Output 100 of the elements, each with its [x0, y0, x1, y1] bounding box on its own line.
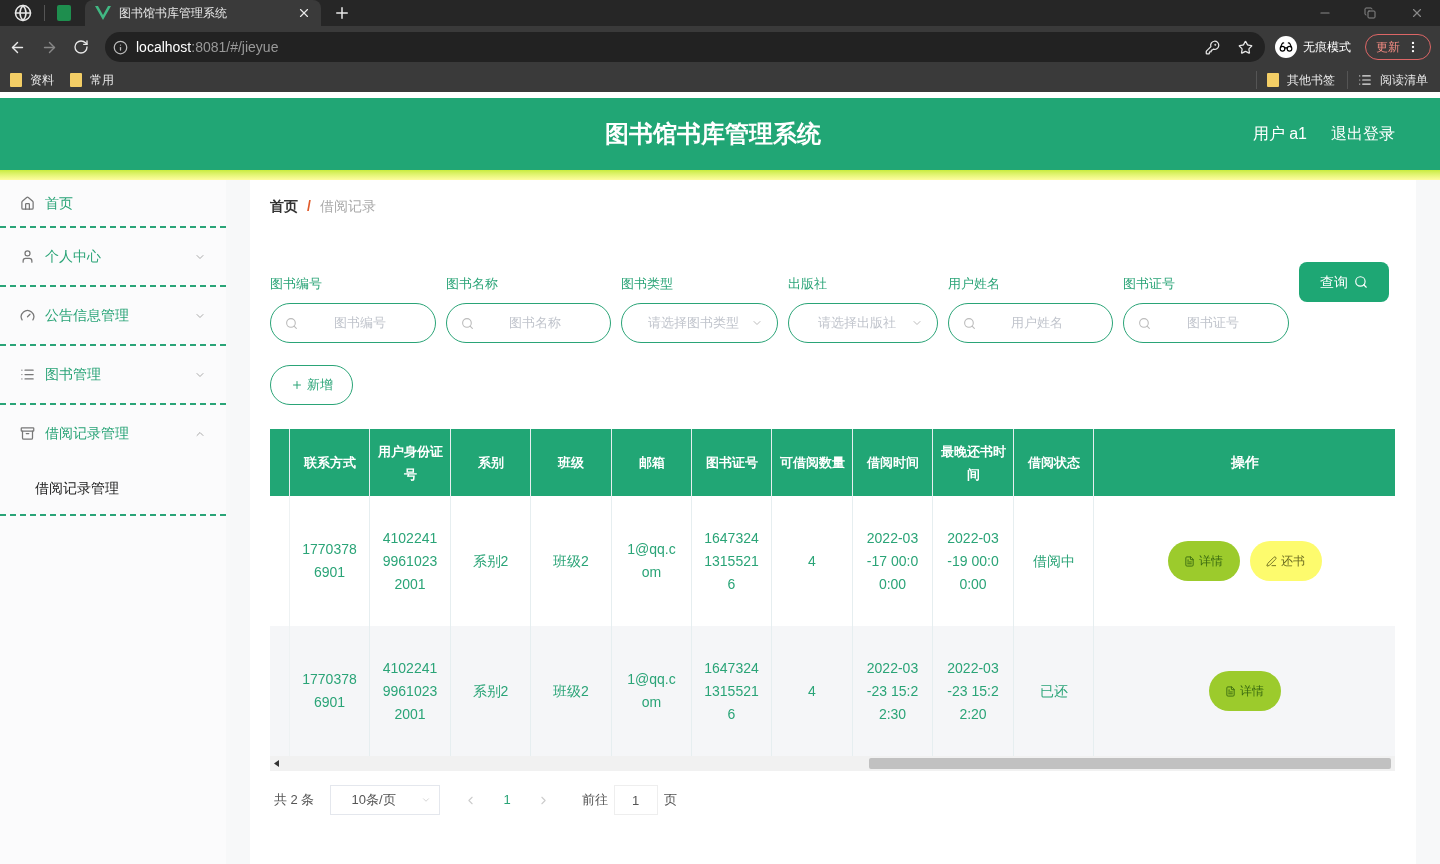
restore-icon[interactable] — [1364, 7, 1376, 19]
v-logo-icon — [95, 6, 111, 20]
user-name: 用户 a1 — [1252, 124, 1307, 144]
search-input[interactable]: 用户姓名 — [976, 313, 1098, 333]
search-icon — [1138, 316, 1151, 330]
logout-link[interactable]: 退出登录 — [1331, 122, 1395, 146]
address-bar[interactable]: localhost:8081/#/jieyue — [105, 32, 1265, 62]
app-title: 图书馆书库管理系统 — [605, 119, 821, 149]
sidebar-item[interactable]: 个人中心 — [0, 228, 226, 285]
search-input[interactable]: 图书编号 — [298, 313, 421, 333]
incognito-badge[interactable]: 无痕模式 — [1275, 36, 1351, 58]
search-icon — [963, 316, 976, 330]
folder-icon — [1267, 73, 1279, 87]
home-icon — [20, 195, 35, 211]
close-icon[interactable] — [1410, 6, 1424, 20]
table-cell-text: 班级2 — [553, 681, 589, 701]
search-icon — [1354, 275, 1368, 289]
gauge-icon — [20, 308, 35, 323]
chevron-down-icon — [421, 795, 432, 805]
star-icon[interactable] — [1238, 39, 1253, 55]
table-cell-text: 4 — [808, 681, 816, 701]
search-field[interactable]: 图书证号 — [1123, 303, 1289, 343]
table-cell-text: 2022-03-17 00:00:00 — [865, 528, 920, 594]
detail-button[interactable]: 详情 — [1208, 671, 1281, 711]
total-count: 共 2 条 — [274, 791, 315, 810]
return-button[interactable]: 还书 — [1249, 541, 1322, 581]
filter-label: 图书名称 — [446, 274, 499, 293]
query-button[interactable]: 查询 — [1299, 262, 1389, 302]
new-tab-icon[interactable] — [333, 4, 351, 22]
search-field[interactable]: 图书名称 — [446, 303, 611, 343]
box-icon — [20, 426, 35, 441]
list-icon — [20, 367, 35, 382]
table-cell-text: 系别2 — [472, 681, 509, 701]
goto-label: 前往 — [581, 791, 608, 810]
table-cell-text: 系别2 — [472, 551, 509, 571]
sidebar-item[interactable]: 借阅记录管理 — [0, 405, 226, 462]
bookmark[interactable]: 资料 — [10, 71, 54, 89]
pen-icon — [1266, 555, 1277, 567]
filter-label: 用户姓名 — [948, 274, 1001, 293]
table-cell-text: 已还 — [1039, 681, 1068, 701]
reading-list-icon — [1358, 73, 1372, 87]
bookmark[interactable]: 其他书签 — [1256, 71, 1335, 89]
column-header: 联系方式 — [303, 454, 356, 472]
globe-icon[interactable] — [14, 4, 32, 22]
table-cell-text: 班级2 — [553, 551, 589, 571]
folder-icon — [10, 73, 22, 87]
table-cell-text: 借阅中 — [1032, 551, 1075, 571]
document-icon — [1184, 555, 1195, 567]
page-input[interactable]: 1 — [613, 785, 658, 815]
sidebar-item[interactable]: 首页 — [0, 180, 226, 226]
bookmark[interactable]: 常用 — [70, 71, 114, 89]
info-icon — [113, 39, 128, 55]
close-icon[interactable] — [297, 6, 311, 20]
table-cell-text: 410224199610232001 — [382, 528, 438, 594]
table-cell-text: 410224199610232001 — [382, 658, 438, 724]
table-cell-text: 2022-03-23 15:22:30 — [865, 658, 920, 724]
page-number[interactable]: 1 — [503, 790, 511, 810]
table-cell-text: 2022-03-23 15:22:20 — [946, 658, 1000, 724]
bookmark[interactable]: 阅读清单 — [1347, 71, 1428, 89]
table-cell-text: 4 — [808, 551, 816, 571]
column-header: 用户身份证号 — [376, 442, 444, 484]
sidebar-item[interactable]: 图书管理 — [0, 346, 226, 403]
search-icon — [461, 316, 474, 330]
incognito-icon — [1275, 36, 1297, 58]
page-size-select[interactable]: 10条/页 — [330, 785, 441, 815]
table-cell-text: 1@qq.com — [626, 670, 677, 712]
table-cell-text: 164732413155216 — [704, 528, 759, 594]
folder-icon — [70, 73, 82, 87]
filter-label: 图书类型 — [621, 274, 674, 293]
key-icon[interactable] — [1205, 39, 1220, 55]
search-field[interactable]: 用户姓名 — [948, 303, 1113, 343]
column-header: 班级 — [558, 454, 584, 472]
column-header: 最晚还书时间 — [939, 442, 1007, 484]
plus-icon — [290, 379, 303, 391]
column-header: 系别 — [477, 454, 504, 472]
sidebar-item[interactable]: 公告信息管理 — [0, 287, 226, 344]
table-cell-text: 2022-03-19 00:00:00 — [946, 528, 1000, 594]
search-input[interactable]: 图书证号 — [1151, 313, 1274, 333]
submenu-item[interactable]: 借阅记录管理 — [0, 462, 226, 514]
page-suffix: 页 — [663, 791, 677, 810]
column-header: 邮箱 — [638, 454, 665, 472]
table-cell-text: 1@qq.com — [626, 540, 677, 582]
table-cell-text: 17703786901 — [302, 670, 357, 712]
column-header: 借阅状态 — [1027, 454, 1080, 472]
search-input[interactable]: 图书名称 — [474, 313, 596, 333]
filter-label: 图书证号 — [1123, 274, 1176, 293]
browser-tab[interactable]: 图书馆书库管理系统 — [85, 0, 321, 26]
column-header: 操作 — [1230, 453, 1259, 472]
column-header: 借阅时间 — [866, 454, 919, 472]
user-icon — [20, 249, 35, 264]
filter-label: 图书编号 — [270, 274, 323, 293]
breadcrumb-home[interactable]: 首页 — [270, 195, 298, 217]
reload-icon[interactable] — [73, 39, 89, 55]
horizontal-scrollbar[interactable] — [270, 756, 1395, 771]
breadcrumb-separator: / — [307, 196, 311, 216]
detail-button[interactable]: 详情 — [1167, 541, 1240, 581]
breadcrumb-current: 借阅记录 — [319, 196, 376, 216]
scroll-left-icon[interactable] — [274, 760, 279, 767]
search-field[interactable]: 图书编号 — [270, 303, 436, 343]
filter-label: 出版社 — [788, 274, 828, 293]
